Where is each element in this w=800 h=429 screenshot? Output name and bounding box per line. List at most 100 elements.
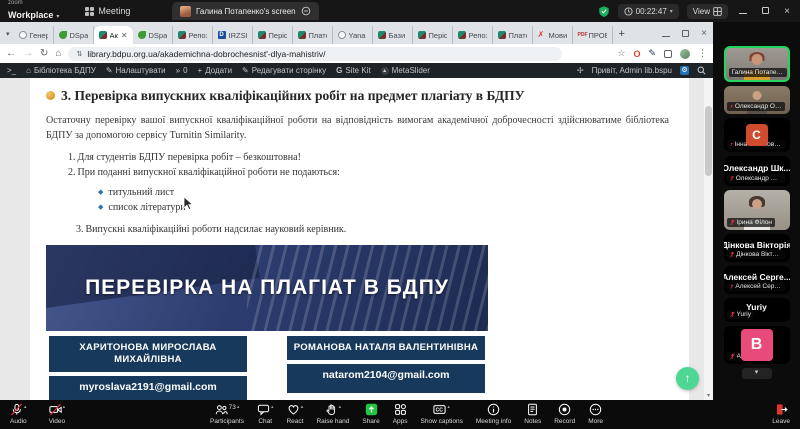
raise-hand-button[interactable]: ▴ Raise hand [316,403,349,425]
scroll-to-top-button[interactable]: ↑ [676,367,699,390]
window-minimize-button[interactable] [736,6,750,17]
tab-shared-screen[interactable]: Галина Потапенко's screen [172,2,319,20]
browser-close-button[interactable]: × [701,28,707,39]
extension-o-icon[interactable]: O [633,49,640,59]
notes-button[interactable]: Notes [524,403,541,425]
chevron-up-icon[interactable]: ▴ [339,404,342,410]
scrollbar-down-arrow[interactable]: ▾ [704,392,713,399]
forward-icon[interactable]: → [23,48,33,59]
back-icon[interactable]: ← [6,48,16,59]
participant-tile[interactable]: Алексей Серге... Алексей Сергеевич [724,266,790,294]
admin-greeting[interactable]: Привіт, Admin lib.bspu [592,66,672,75]
admin-avatar-gear-icon[interactable]: ⚙ [680,66,689,75]
tab-close-icon[interactable]: ✕ [121,31,128,40]
new-tab-button[interactable]: + [619,28,625,40]
browser-tab[interactable]: Бази д [373,26,413,44]
chevron-up-icon[interactable]: ▴ [237,404,240,410]
window-close-button[interactable]: × [780,6,794,17]
participant-tile[interactable]: Олександр Шк... Олександр Школа [724,156,790,186]
admin-site-link[interactable]: ⌂Бібліотека БДПУ [26,66,96,75]
browser-minimize-button[interactable] [662,24,670,42]
chevron-up-icon[interactable]: ▴ [271,404,274,410]
diamond-bullet-icon: ◆ [98,203,103,211]
extensions-puzzle-icon[interactable] [664,50,672,58]
page-scrollbar[interactable]: ▾ [704,78,713,400]
home-icon[interactable]: ⌂ [55,48,61,59]
audio-button[interactable]: ▴ Audio [10,403,27,425]
tab-meeting[interactable]: Meeting [85,6,130,16]
admin-comments-link[interactable]: »0 [176,66,188,75]
browser-tab[interactable]: DSpac [54,26,94,44]
more-dots-icon [589,403,602,416]
browser-tab[interactable]: ✗Мови [533,26,573,44]
admin-sitekit-link[interactable]: GSite Kit [336,66,371,75]
view-button[interactable]: View [687,4,728,19]
admin-new-link[interactable]: +Додати [198,66,233,75]
meeting-timer[interactable]: 00:22:47 ▾ [618,4,679,19]
participant-tile[interactable]: Yuriy Yuriy [724,298,790,322]
chevron-up-icon[interactable]: ▴ [447,404,450,410]
address-bar[interactable]: ⇅ library.bdpu.org.ua/akademichna-dobroc… [68,47,562,61]
chevron-up-icon[interactable]: ▴ [63,404,66,410]
participant-tile[interactable]: Дінкова Вікторія Дінкова Вікторія [724,234,790,262]
zoom-workplace-menu[interactable]: zoom Workplace▾ [8,0,59,22]
participants-button[interactable]: 73▴ Participants [210,403,244,425]
captions-button[interactable]: CC▴ Show captions [421,403,463,425]
react-button[interactable]: ▴ React [286,403,303,425]
chevron-up-icon[interactable]: ▴ [24,404,27,410]
browser-tab[interactable]: PDFПРОБ [573,26,613,44]
comments-icon: » [176,66,180,75]
video-button[interactable]: ▴ Video [49,403,66,425]
window-maximize-button[interactable] [758,6,772,17]
browser-tab[interactable]: Платф [493,26,533,44]
browser-tab[interactable]: Репоз [453,26,493,44]
participant-tile[interactable]: С Інна Потапова №1ЦТ м... [724,118,790,152]
orange-ball-icon [46,91,55,100]
reload-icon[interactable]: ↻ [40,48,48,59]
browser-tab[interactable]: Репоз [173,26,213,44]
scrollbar-thumb[interactable] [705,106,712,176]
meeting-info-button[interactable]: Meeting info [476,403,511,425]
chat-button[interactable]: ▴ Chat [257,403,274,425]
stop-share-icon[interactable] [301,6,311,16]
participant-tile[interactable]: Ірина Філон [724,190,790,230]
wp-logo-icon[interactable]: >_ [7,66,16,75]
browser-tab[interactable]: Платф [293,26,333,44]
admin-edit-page-link[interactable]: ✎Редагувати сторінку [242,66,326,75]
participant-tile[interactable]: B Ален [724,326,790,364]
record-button[interactable]: Record [554,403,575,425]
browser-tab[interactable]: Періо [253,26,293,44]
admin-metaslider-link[interactable]: ▴MetaSlider [381,66,430,75]
share-button[interactable]: Share [362,403,379,425]
security-shield-icon[interactable] [598,5,610,18]
raise-hand-icon [325,403,338,416]
browser-tab[interactable]: Генер [14,26,54,44]
site-info-icon[interactable]: ⇅ [76,50,82,58]
leave-button[interactable]: Leave [772,403,790,425]
browser-tab-active[interactable]: Ак✕ [94,26,133,44]
browser-tab[interactable]: DSpac [133,26,173,44]
apps-button[interactable]: Apps [393,403,408,425]
irzsm-favicon: D [218,31,226,39]
admin-customize-link[interactable]: ✎Налаштувати [106,66,166,75]
participant-avatar: B [741,329,773,361]
admin-shortcuts-icon[interactable]: ✢ [577,66,584,75]
bookmark-star-icon[interactable]: ☆ [617,48,625,59]
pen-extension-icon[interactable]: ✎ [648,48,656,59]
more-button[interactable]: More [588,403,603,425]
tab-search-chevron-icon[interactable]: ▾ [6,30,10,38]
browser-tab[interactable]: DIRZSM [213,26,253,44]
browser-maximize-button[interactable] [682,24,689,42]
chevron-up-icon[interactable]: ▴ [301,404,304,410]
browser-profile-avatar[interactable] [680,49,690,59]
search-icon[interactable] [697,66,706,75]
library-favicon [418,31,426,39]
collapse-panel-button[interactable]: ▾ [742,368,772,379]
brand-zoom: zoom [8,0,59,6]
participant-tile[interactable]: Олександр Овсянніков [724,86,790,114]
browser-tab[interactable]: Період [413,26,453,44]
browser-menu-icon[interactable]: ⋮ [698,48,707,59]
dspace-favicon [138,31,146,39]
browser-tab[interactable]: Yana S [333,26,373,44]
participant-tile-active-speaker[interactable]: Галина Потапенко [724,46,790,82]
